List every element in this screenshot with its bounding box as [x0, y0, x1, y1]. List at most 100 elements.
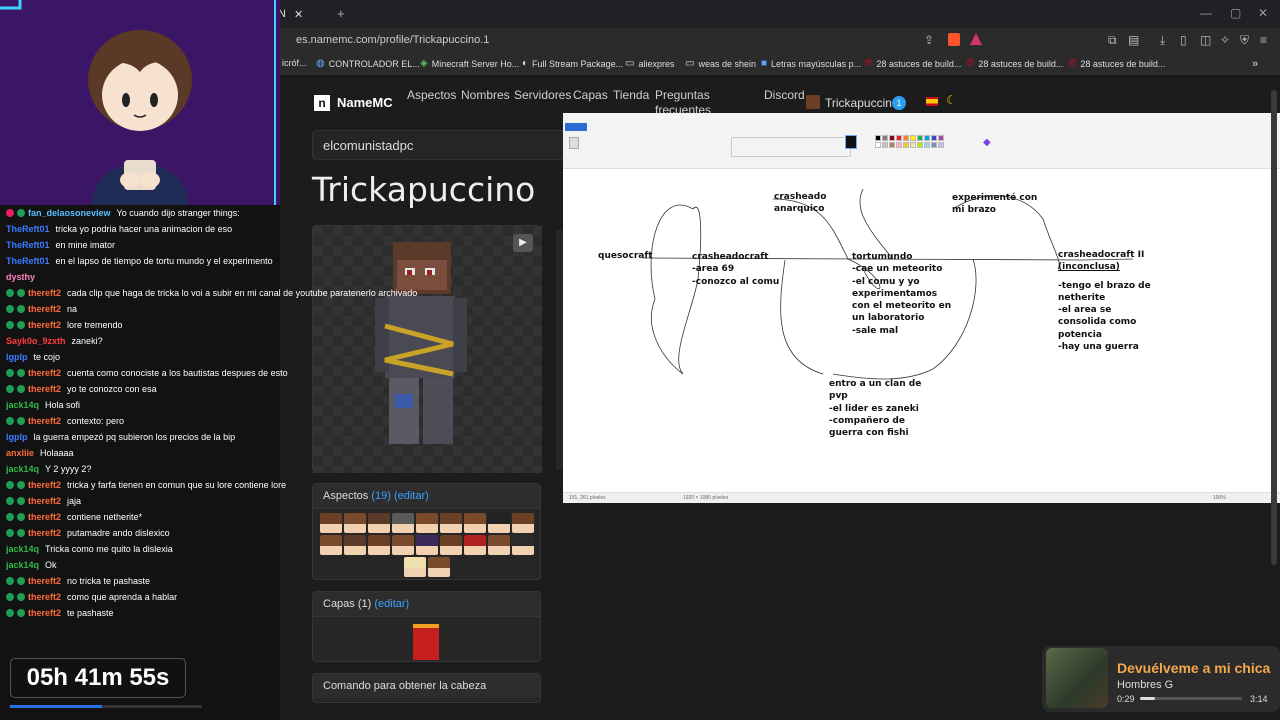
- chat-username[interactable]: thereft2: [28, 368, 61, 378]
- user-avatar[interactable]: [806, 95, 820, 109]
- chat-username[interactable]: thereft2: [28, 576, 61, 586]
- nav-capas[interactable]: Capas: [573, 88, 608, 102]
- chat-username[interactable]: thereft2: [28, 304, 61, 314]
- palette-swatch[interactable]: [896, 135, 902, 141]
- download-icon[interactable]: ⤓: [1160, 33, 1165, 48]
- chat-username[interactable]: thereft2: [28, 608, 61, 618]
- bookmark-8[interactable]: ℗ 28 astuces de build...: [967, 58, 1063, 69]
- palette-swatch[interactable]: [917, 135, 923, 141]
- bookmark-6[interactable]: ■ Letras mayúsculas p...: [761, 58, 861, 69]
- palette-swatch[interactable]: [882, 135, 888, 141]
- vpn-icon[interactable]: ⛨: [1240, 33, 1249, 48]
- nav-servidores[interactable]: Servidores: [514, 88, 571, 102]
- page-scrollbar[interactable]: [1271, 90, 1277, 565]
- notification-badge[interactable]: 1: [892, 96, 906, 110]
- chat-username[interactable]: thereft2: [28, 480, 61, 490]
- palette-swatch[interactable]: [924, 142, 930, 148]
- palette-swatch[interactable]: [889, 142, 895, 148]
- minimize-icon[interactable]: —: [1200, 6, 1212, 20]
- chat-username[interactable]: Sayk0o_9zxth: [6, 336, 66, 346]
- palette-swatch[interactable]: [924, 135, 930, 141]
- skin-thumbnail[interactable]: [439, 513, 462, 533]
- chat-username[interactable]: fan_delaosoneview: [28, 208, 111, 218]
- chat-username[interactable]: lgplp: [6, 432, 28, 442]
- play-animation-icon[interactable]: ▶: [513, 234, 533, 252]
- palette-swatch[interactable]: [938, 142, 944, 148]
- cape-icon[interactable]: [413, 624, 439, 660]
- close-window-icon[interactable]: ✕: [1258, 6, 1268, 20]
- palette-swatch[interactable]: [903, 135, 909, 141]
- palette-swatch[interactable]: [910, 135, 916, 141]
- chat-username[interactable]: jack14q: [6, 544, 39, 554]
- chat-username[interactable]: TheReft01: [6, 224, 50, 234]
- palette-swatch[interactable]: [931, 135, 937, 141]
- palette-swatch[interactable]: [938, 135, 944, 141]
- chat-username[interactable]: thereft2: [28, 528, 61, 538]
- paint-color1-icon[interactable]: [845, 135, 857, 149]
- active-tab[interactable]: N ✕: [278, 3, 328, 25]
- chat-username[interactable]: thereft2: [28, 288, 61, 298]
- brave-shield-icon[interactable]: [948, 33, 960, 46]
- skin-thumbnail[interactable]: [511, 535, 534, 555]
- chat-username[interactable]: thereft2: [28, 512, 61, 522]
- chat-username[interactable]: thereft2: [28, 592, 61, 602]
- share-icon[interactable]: ⇪: [924, 33, 934, 47]
- leo-icon[interactable]: ✧: [1220, 33, 1230, 47]
- bookmark-3[interactable]: ◐ Full Stream Package...: [522, 58, 623, 69]
- chat-username[interactable]: anxliie: [6, 448, 34, 458]
- palette-swatch[interactable]: [917, 142, 923, 148]
- bookmark-7[interactable]: ℗ 28 astuces de build...: [865, 58, 961, 69]
- reader-icon[interactable]: ▤: [1128, 33, 1139, 47]
- bookmark-0[interactable]: icróf...: [282, 58, 307, 68]
- skin-thumbnail[interactable]: [487, 535, 510, 555]
- moon-icon[interactable]: ☾: [946, 93, 957, 107]
- chat-username[interactable]: thereft2: [28, 320, 61, 330]
- palette-swatch[interactable]: [889, 135, 895, 141]
- menu-icon[interactable]: ≡: [1260, 33, 1267, 47]
- bookmark-1[interactable]: ◍ CONTROLADOR EL...: [316, 58, 420, 69]
- palette-swatch[interactable]: [882, 142, 888, 148]
- skin-thumbnail[interactable]: [463, 513, 486, 533]
- paint-shapes-panel[interactable]: [731, 137, 851, 157]
- nav-aspectos[interactable]: Aspectos: [407, 88, 456, 102]
- more-bookmarks-icon[interactable]: »: [1252, 58, 1258, 70]
- skin-thumbnail[interactable]: [427, 557, 450, 577]
- chat-username[interactable]: thereft2: [28, 384, 61, 394]
- palette-swatch[interactable]: [875, 142, 881, 148]
- bookmark-2[interactable]: ◈ Minecraft Server Ho...: [420, 58, 519, 69]
- paint-paste-icon[interactable]: [569, 137, 579, 149]
- palette-swatch[interactable]: [875, 135, 881, 141]
- bookmark-4[interactable]: ▭ aliexpres: [625, 58, 674, 69]
- palette-swatch[interactable]: [896, 142, 902, 148]
- tab-close-icon[interactable]: ✕: [294, 8, 303, 21]
- bookmark-5[interactable]: ▭ weas de shein: [685, 58, 756, 69]
- chat-username[interactable]: lgplp: [6, 352, 28, 362]
- palette-swatch[interactable]: [931, 142, 937, 148]
- nav-discord[interactable]: Discord: [764, 88, 805, 102]
- chat-username[interactable]: TheReft01: [6, 256, 50, 266]
- chat-username[interactable]: jack14q: [6, 560, 39, 570]
- palette-swatch[interactable]: [903, 142, 909, 148]
- url-field[interactable]: es.namemc.com/profile/Trickapuccino.1: [296, 34, 489, 46]
- paint-palette[interactable]: [875, 135, 944, 148]
- skin-thumbnail[interactable]: [463, 535, 486, 555]
- paint3d-icon[interactable]: ◆: [983, 137, 991, 148]
- skin-thumbnail[interactable]: [511, 513, 534, 533]
- palette-swatch[interactable]: [910, 142, 916, 148]
- new-tab-button[interactable]: +: [337, 6, 345, 21]
- search-input[interactable]: elcomunistadpc: [312, 130, 572, 160]
- sidebar-icon[interactable]: ▯: [1180, 33, 1187, 47]
- maximize-icon[interactable]: ▢: [1230, 6, 1241, 20]
- namemc-brand[interactable]: NameMC: [337, 95, 393, 110]
- chat-username[interactable]: thereft2: [28, 416, 61, 426]
- spain-flag-icon[interactable]: [926, 97, 938, 106]
- chat-username[interactable]: jack14q: [6, 464, 39, 474]
- chat-username[interactable]: dysthy: [6, 272, 35, 282]
- nav-nombres[interactable]: Nombres: [461, 88, 510, 102]
- chat-username[interactable]: jack14q: [6, 400, 39, 410]
- chat-username[interactable]: TheReft01: [6, 240, 50, 250]
- chat-username[interactable]: thereft2: [28, 496, 61, 506]
- brave-rewards-icon[interactable]: [970, 33, 982, 45]
- extensions-icon[interactable]: ⧉: [1108, 33, 1117, 48]
- namemc-logo-icon[interactable]: n: [314, 95, 330, 111]
